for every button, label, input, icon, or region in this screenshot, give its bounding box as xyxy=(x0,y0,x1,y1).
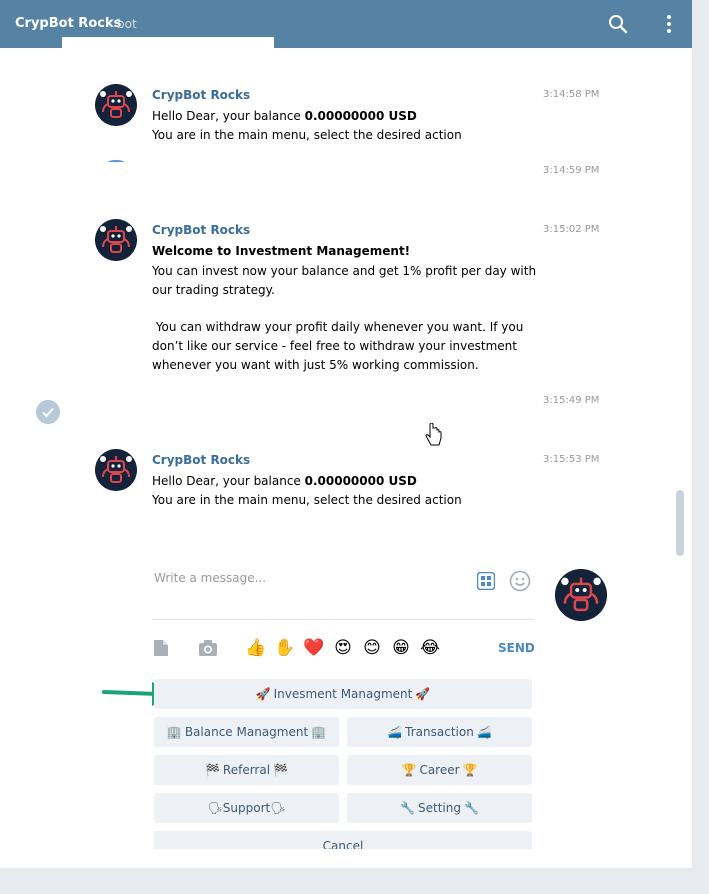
train-icon: 🚄 xyxy=(476,725,492,739)
transaction-button[interactable]: 🚄 Transaction 🚄 xyxy=(347,717,532,747)
camera-icon[interactable] xyxy=(198,639,218,657)
scrollbar-thumb[interactable] xyxy=(676,490,684,556)
rocket-icon: 🚀 xyxy=(255,687,271,701)
user-avatar[interactable] xyxy=(555,569,607,621)
button-label: Setting xyxy=(418,801,461,815)
robot-icon xyxy=(95,84,137,126)
chat-title[interactable]: CrypBot Rocks xyxy=(15,16,121,31)
button-label: Transaction xyxy=(405,725,474,739)
message-time: 3:15:02 PM xyxy=(543,224,600,235)
bot-avatar[interactable] xyxy=(95,449,137,491)
message-text: You are in the main menu, select the des… xyxy=(152,128,462,142)
thumbs-up-emoji-icon[interactable]: 👍 xyxy=(245,638,267,658)
more-vert-icon[interactable] xyxy=(657,12,681,36)
train-icon: 🚄 xyxy=(387,725,403,739)
button-label: Support xyxy=(222,801,271,815)
message-composer: Write a message... xyxy=(152,560,534,620)
balance-value: 0.00000000 USD xyxy=(304,474,417,488)
check-icon[interactable] xyxy=(36,400,60,424)
sender-name[interactable]: CrypBot Rocks xyxy=(152,223,250,237)
window-bottom-bar xyxy=(0,868,709,894)
button-label: Career xyxy=(419,763,460,777)
smile-icon[interactable] xyxy=(509,570,531,592)
checkered-flag-icon: 🏁 xyxy=(204,763,220,777)
career-button[interactable]: 🏆 Career 🏆 xyxy=(347,755,532,785)
trophy-icon: 🏆 xyxy=(462,763,478,777)
message-text: Hello Dear, your balance 0.00000000 USD xyxy=(152,474,417,488)
bot-keyboard-icon[interactable] xyxy=(477,572,495,590)
button-label: Balance Managment xyxy=(184,725,309,739)
robot-icon xyxy=(555,569,607,621)
message-text: You can invest now your balance and get … xyxy=(152,264,537,278)
button-label: Invesment Managment xyxy=(273,687,413,701)
speaking-head-icon: 🗣 xyxy=(207,801,223,815)
robot-icon xyxy=(95,219,137,261)
building-icon: 🏢 xyxy=(311,725,327,739)
message-text: You can withdraw your profit daily whene… xyxy=(152,320,524,334)
heart-eyes-emoji-icon[interactable]: 😍 xyxy=(332,638,354,658)
send-button[interactable]: SEND xyxy=(498,641,535,655)
search-icon[interactable] xyxy=(606,12,630,36)
setting-button[interactable]: 🔧 Setting 🔧 xyxy=(347,793,532,823)
divider-mark xyxy=(108,160,124,164)
chat-subtitle: bot xyxy=(117,17,137,31)
message-text: our trading strategy. xyxy=(152,283,275,297)
sender-name[interactable]: CrypBot Rocks xyxy=(152,88,250,102)
message-input[interactable]: Write a message... xyxy=(154,571,266,585)
redacted-strip xyxy=(62,37,274,48)
cancel-button[interactable]: Cancel xyxy=(154,831,532,849)
checkered-flag-icon: 🏁 xyxy=(273,763,289,777)
composer-toolbar: 👍 ✋ ❤️ 😍 😊 😁 😂 SEND xyxy=(152,636,536,662)
investment-management-button[interactable]: 🚀 Invesment Managment 🚀 xyxy=(154,679,532,709)
message-time: 3:14:59 PM xyxy=(543,165,600,176)
message-heading: Welcome to Investment Management! xyxy=(152,244,411,258)
hand-cursor-icon xyxy=(425,423,442,446)
chat-window: CrypBot Rocks bot CrypBot Rocks 3:14:58 … xyxy=(0,0,692,868)
message-time: 3:15:53 PM xyxy=(543,454,600,465)
support-button[interactable]: 🗣 Support 🗣 xyxy=(154,793,339,823)
rocket-icon: 🚀 xyxy=(415,687,431,701)
grin-emoji-icon[interactable]: 😁 xyxy=(390,638,412,658)
message-text: don’t like our service - feel free to wi… xyxy=(152,339,517,353)
robot-icon xyxy=(95,449,137,491)
building-icon: 🏢 xyxy=(166,725,182,739)
message-text: You are in the main menu, select the des… xyxy=(152,493,462,507)
wrench-icon: 🔧 xyxy=(400,801,416,815)
button-label: Referral xyxy=(222,763,271,777)
hand-emoji-icon[interactable]: ✋ xyxy=(274,638,296,658)
cancel-button-clip: Cancel xyxy=(154,831,532,849)
balance-value: 0.00000000 USD xyxy=(304,109,417,123)
sender-name[interactable]: CrypBot Rocks xyxy=(152,453,250,467)
file-icon[interactable] xyxy=(152,639,170,657)
joy-emoji-icon[interactable]: 😂 xyxy=(419,638,441,658)
message-text: whenever you want with just 5% working c… xyxy=(152,358,479,372)
trophy-icon: 🏆 xyxy=(401,763,417,777)
balance-management-button[interactable]: 🏢 Balance Managment 🏢 xyxy=(154,717,339,747)
bot-avatar[interactable] xyxy=(95,219,137,261)
message-time: 3:15:49 PM xyxy=(543,395,600,406)
smile-emoji-icon[interactable]: 😊 xyxy=(361,638,383,658)
heart-emoji-icon[interactable]: ❤️ xyxy=(303,638,325,658)
message-text: Hello Dear, your balance 0.00000000 USD xyxy=(152,109,417,123)
wrench-icon: 🔧 xyxy=(463,801,479,815)
speaking-head-icon: 🗣 xyxy=(270,801,286,815)
message-time: 3:14:58 PM xyxy=(543,89,600,100)
bot-avatar[interactable] xyxy=(95,84,137,126)
referral-button[interactable]: 🏁 Referral 🏁 xyxy=(154,755,339,785)
